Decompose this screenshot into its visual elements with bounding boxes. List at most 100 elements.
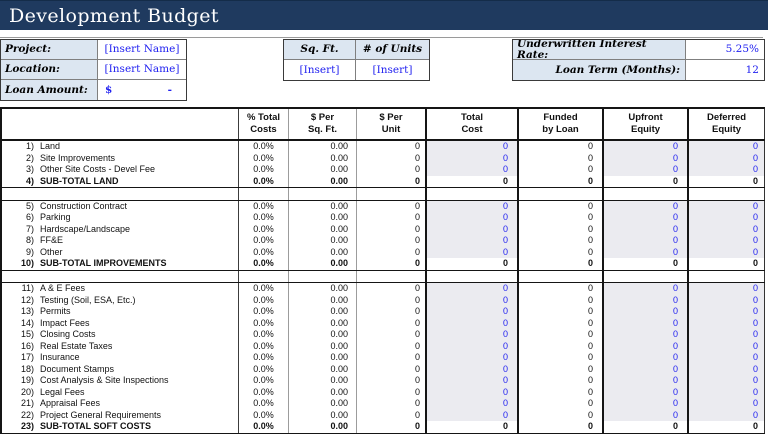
- cell-funded-by-loan[interactable]: 0: [519, 258, 604, 270]
- cell-total-cost[interactable]: 0: [427, 201, 519, 213]
- cell-deferred-equity[interactable]: 0: [689, 212, 765, 224]
- cell-deferred-equity[interactable]: 0: [689, 352, 765, 364]
- cell-per-unit[interactable]: 0: [357, 318, 427, 330]
- cell-upfront-equity[interactable]: 0: [604, 258, 689, 270]
- cell-upfront-equity[interactable]: 0: [604, 421, 689, 433]
- cell-per-sqft[interactable]: 0.00: [289, 364, 357, 376]
- cell-per-sqft[interactable]: 0.00: [289, 283, 357, 295]
- cell-pct-total-costs[interactable]: 0.0%: [239, 258, 289, 270]
- cell-pct-total-costs[interactable]: 0.0%: [239, 212, 289, 224]
- cell-upfront-equity[interactable]: 0: [604, 295, 689, 307]
- cell-pct-total-costs[interactable]: 0.0%: [239, 295, 289, 307]
- cell-per-unit[interactable]: 0: [357, 398, 427, 410]
- cell-pct-total-costs[interactable]: 0.0%: [239, 329, 289, 341]
- cell-per-unit[interactable]: 0: [357, 176, 427, 188]
- cell-funded-by-loan[interactable]: 0: [519, 153, 604, 165]
- cell-funded-by-loan[interactable]: 0: [519, 364, 604, 376]
- cell-total-cost[interactable]: 0: [427, 387, 519, 399]
- cell-per-sqft[interactable]: 0.00: [289, 176, 357, 188]
- loan-term-input[interactable]: 12: [686, 60, 764, 80]
- cell-deferred-equity[interactable]: 0: [689, 295, 765, 307]
- cell-per-unit[interactable]: 0: [357, 375, 427, 387]
- cell-funded-by-loan[interactable]: 0: [519, 318, 604, 330]
- cell-pct-total-costs[interactable]: 0.0%: [239, 235, 289, 247]
- cell-funded-by-loan[interactable]: 0: [519, 375, 604, 387]
- cell-per-unit[interactable]: 0: [357, 201, 427, 213]
- cell-pct-total-costs[interactable]: 0.0%: [239, 176, 289, 188]
- cell-total-cost[interactable]: 0: [427, 352, 519, 364]
- cell-funded-by-loan[interactable]: 0: [519, 212, 604, 224]
- cell-upfront-equity[interactable]: 0: [604, 410, 689, 422]
- cell-pct-total-costs[interactable]: 0.0%: [239, 201, 289, 213]
- cell-upfront-equity[interactable]: 0: [604, 176, 689, 188]
- cell-deferred-equity[interactable]: 0: [689, 387, 765, 399]
- cell-deferred-equity[interactable]: 0: [689, 421, 765, 433]
- cell-per-unit[interactable]: 0: [357, 141, 427, 153]
- cell-upfront-equity[interactable]: 0: [604, 164, 689, 176]
- cell-per-sqft[interactable]: 0.00: [289, 235, 357, 247]
- cell-upfront-equity[interactable]: 0: [604, 247, 689, 259]
- cell-pct-total-costs[interactable]: 0.0%: [239, 364, 289, 376]
- cell-pct-total-costs[interactable]: 0.0%: [239, 153, 289, 165]
- cell-per-unit[interactable]: 0: [357, 235, 427, 247]
- cell-total-cost[interactable]: 0: [427, 283, 519, 295]
- cell-per-unit[interactable]: 0: [357, 387, 427, 399]
- cell-upfront-equity[interactable]: 0: [604, 375, 689, 387]
- cell-funded-by-loan[interactable]: 0: [519, 235, 604, 247]
- sqft-input[interactable]: [Insert]: [284, 60, 356, 80]
- cell-funded-by-loan[interactable]: 0: [519, 295, 604, 307]
- loan-amount-input[interactable]: $ -: [98, 80, 186, 100]
- cell-per-unit[interactable]: 0: [357, 341, 427, 353]
- project-input[interactable]: [Insert Name]: [98, 40, 186, 60]
- cell-pct-total-costs[interactable]: 0.0%: [239, 410, 289, 422]
- cell-total-cost[interactable]: 0: [427, 212, 519, 224]
- location-input[interactable]: [Insert Name]: [98, 60, 186, 80]
- cell-deferred-equity[interactable]: 0: [689, 410, 765, 422]
- cell-per-sqft[interactable]: 0.00: [289, 318, 357, 330]
- cell-pct-total-costs[interactable]: 0.0%: [239, 164, 289, 176]
- cell-deferred-equity[interactable]: 0: [689, 224, 765, 236]
- cell-funded-by-loan[interactable]: 0: [519, 410, 604, 422]
- cell-funded-by-loan[interactable]: 0: [519, 247, 604, 259]
- cell-per-sqft[interactable]: 0.00: [289, 410, 357, 422]
- cell-pct-total-costs[interactable]: 0.0%: [239, 375, 289, 387]
- cell-pct-total-costs[interactable]: 0.0%: [239, 247, 289, 259]
- cell-funded-by-loan[interactable]: 0: [519, 398, 604, 410]
- cell-total-cost[interactable]: 0: [427, 421, 519, 433]
- cell-per-sqft[interactable]: 0.00: [289, 141, 357, 153]
- cell-total-cost[interactable]: 0: [427, 375, 519, 387]
- cell-funded-by-loan[interactable]: 0: [519, 387, 604, 399]
- cell-funded-by-loan[interactable]: 0: [519, 176, 604, 188]
- cell-upfront-equity[interactable]: 0: [604, 318, 689, 330]
- cell-pct-total-costs[interactable]: 0.0%: [239, 283, 289, 295]
- cell-per-sqft[interactable]: 0.00: [289, 201, 357, 213]
- cell-upfront-equity[interactable]: 0: [604, 201, 689, 213]
- cell-upfront-equity[interactable]: 0: [604, 235, 689, 247]
- cell-upfront-equity[interactable]: 0: [604, 153, 689, 165]
- cell-per-sqft[interactable]: 0.00: [289, 295, 357, 307]
- cell-upfront-equity[interactable]: 0: [604, 141, 689, 153]
- cell-per-sqft[interactable]: 0.00: [289, 247, 357, 259]
- cell-total-cost[interactable]: 0: [427, 176, 519, 188]
- cell-deferred-equity[interactable]: 0: [689, 201, 765, 213]
- cell-pct-total-costs[interactable]: 0.0%: [239, 352, 289, 364]
- cell-deferred-equity[interactable]: 0: [689, 176, 765, 188]
- cell-per-unit[interactable]: 0: [357, 306, 427, 318]
- cell-per-unit[interactable]: 0: [357, 352, 427, 364]
- cell-per-sqft[interactable]: 0.00: [289, 329, 357, 341]
- cell-deferred-equity[interactable]: 0: [689, 235, 765, 247]
- cell-deferred-equity[interactable]: 0: [689, 364, 765, 376]
- cell-per-sqft[interactable]: 0.00: [289, 352, 357, 364]
- cell-total-cost[interactable]: 0: [427, 141, 519, 153]
- cell-upfront-equity[interactable]: 0: [604, 224, 689, 236]
- cell-deferred-equity[interactable]: 0: [689, 153, 765, 165]
- cell-funded-by-loan[interactable]: 0: [519, 201, 604, 213]
- cell-total-cost[interactable]: 0: [427, 235, 519, 247]
- cell-deferred-equity[interactable]: 0: [689, 341, 765, 353]
- cell-pct-total-costs[interactable]: 0.0%: [239, 224, 289, 236]
- cell-funded-by-loan[interactable]: 0: [519, 164, 604, 176]
- cell-upfront-equity[interactable]: 0: [604, 398, 689, 410]
- cell-per-unit[interactable]: 0: [357, 212, 427, 224]
- cell-per-unit[interactable]: 0: [357, 164, 427, 176]
- cell-deferred-equity[interactable]: 0: [689, 247, 765, 259]
